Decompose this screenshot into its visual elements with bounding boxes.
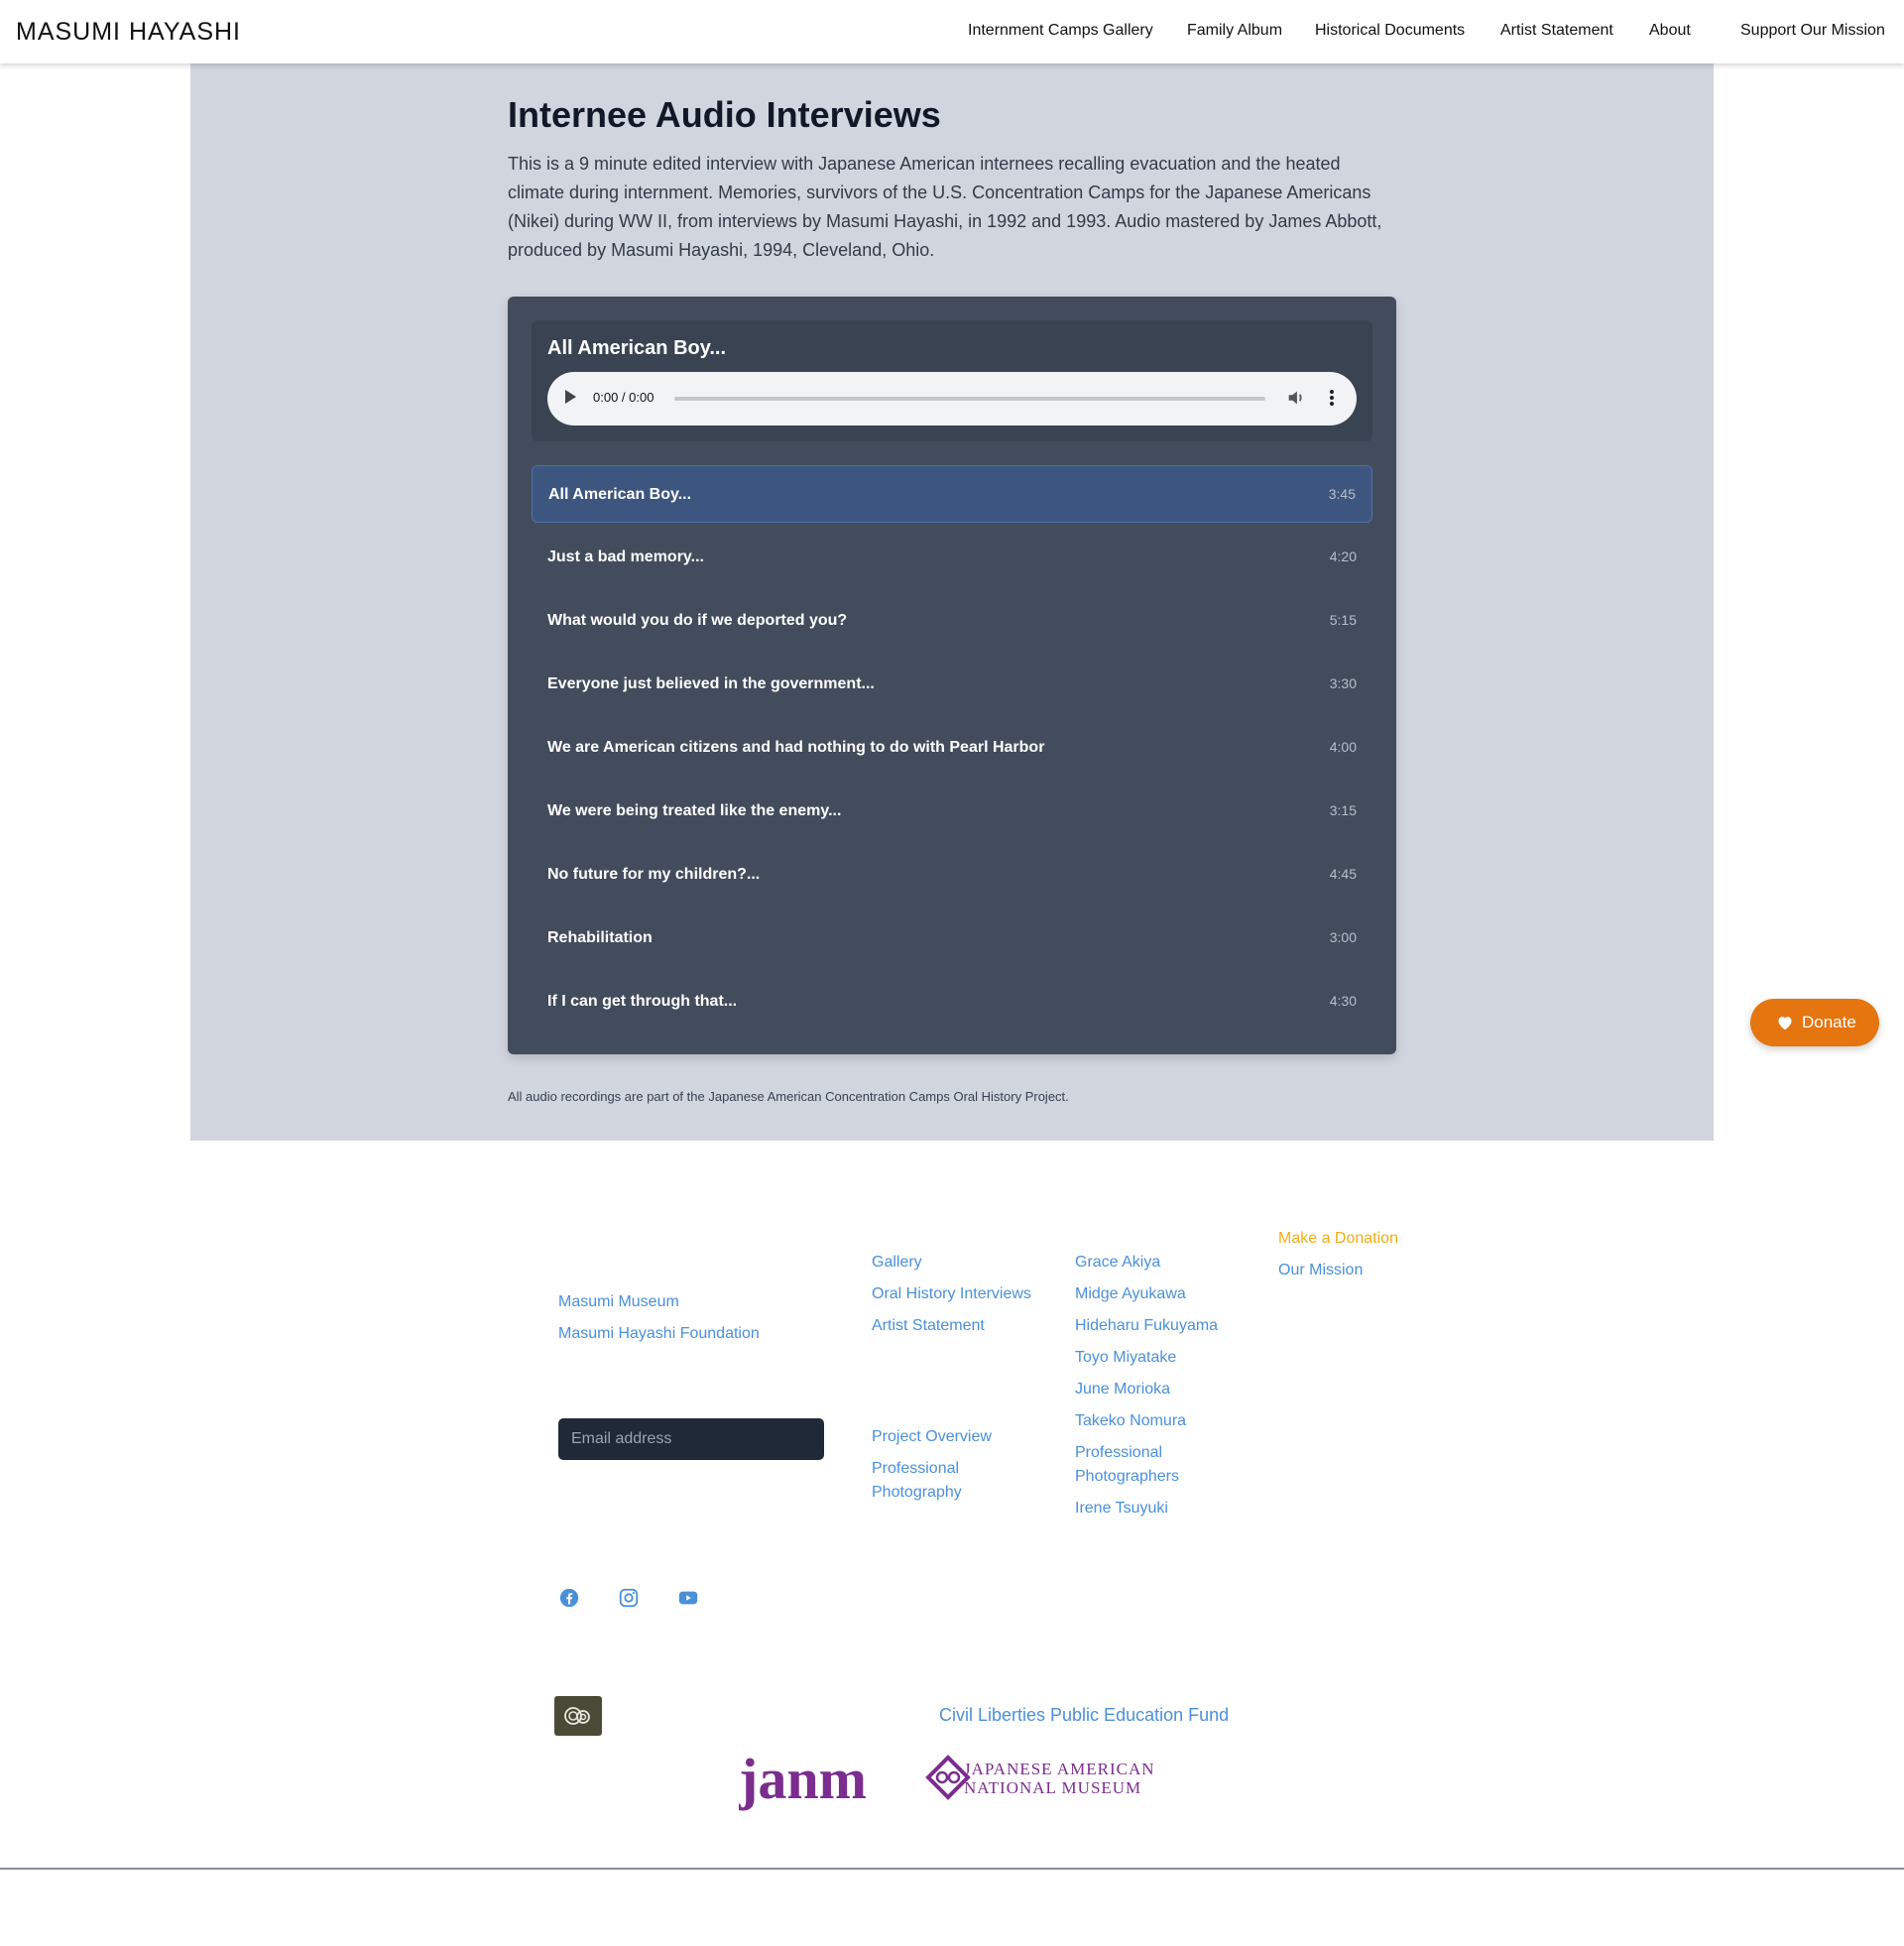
nav-historical-documents[interactable]: Historical Documents — [1315, 22, 1465, 40]
janm-wordmark: janm — [739, 1754, 867, 1811]
footer-link-gallery[interactable]: Gallery — [872, 1254, 922, 1272]
footer-link-our-mission[interactable]: Our Mission — [1278, 1262, 1363, 1279]
track-duration: 4:45 — [1329, 866, 1357, 882]
nav-artist-statement[interactable]: Artist Statement — [1500, 22, 1613, 40]
facebook-icon[interactable] — [558, 1587, 580, 1609]
footer-link-professional-photographers[interactable]: Professional Photographers — [1075, 1441, 1194, 1489]
footer-link-artist-statement[interactable]: Artist Statement — [872, 1317, 985, 1335]
top-navigation-bar: MASUMI HAYASHI Internment Camps Gallery … — [0, 0, 1904, 63]
now-playing-panel: All American Boy... 0:00 / 0:00 — [532, 320, 1372, 441]
janm-line-1: JAPANESE AMERICAN — [964, 1760, 1155, 1778]
track-title: Rehabilitation — [547, 929, 653, 946]
partner-logo[interactable] — [554, 1696, 602, 1736]
track-item[interactable]: We were being treated like the enemy... … — [532, 783, 1372, 840]
track-duration: 3:45 — [1328, 486, 1356, 502]
track-duration: 5:15 — [1329, 612, 1357, 628]
seek-bar[interactable] — [674, 397, 1265, 401]
footer-link-hideharu-fukuyama[interactable]: Hideharu Fukuyama — [1075, 1317, 1218, 1335]
track-duration: 3:15 — [1329, 802, 1357, 818]
track-duration: 4:20 — [1329, 548, 1357, 564]
footer-link-toyo-miyatake[interactable]: Toyo Miyatake — [1075, 1349, 1176, 1367]
footer-link-midge-ayukawa[interactable]: Midge Ayukawa — [1075, 1285, 1186, 1303]
track-item[interactable]: Just a bad memory... 4:20 — [532, 529, 1372, 586]
track-duration: 3:00 — [1329, 929, 1357, 945]
footer-link-professional-photography[interactable]: Professional Photography — [872, 1457, 981, 1505]
donate-label: Donate — [1802, 1013, 1856, 1032]
track-title: What would you do if we deported you? — [547, 612, 848, 629]
instagram-icon[interactable] — [618, 1587, 640, 1609]
track-duration: 3:30 — [1329, 675, 1357, 691]
email-field[interactable] — [558, 1418, 824, 1460]
track-title: Everyone just believed in the government… — [547, 675, 875, 692]
track-duration: 4:00 — [1329, 739, 1357, 755]
audio-controls: 0:00 / 0:00 — [547, 372, 1357, 426]
nav-internment-camps-gallery[interactable]: Internment Camps Gallery — [968, 22, 1153, 40]
footer-link-civil-liberties-fund[interactable]: Civil Liberties Public Education Fund — [939, 1705, 1229, 1726]
track-title: We are American citizens and had nothing… — [547, 739, 1045, 756]
footer-link-irene-tsuyuki[interactable]: Irene Tsuyuki — [1075, 1500, 1168, 1518]
heart-icon — [1778, 1017, 1792, 1031]
track-duration: 4:30 — [1329, 993, 1357, 1009]
track-item[interactable]: We are American citizens and had nothing… — [532, 719, 1372, 777]
nav-family-album[interactable]: Family Album — [1187, 22, 1282, 40]
more-options-icon[interactable] — [1325, 387, 1339, 409]
footer-link-masumi-hayashi-foundation[interactable]: Masumi Hayashi Foundation — [558, 1325, 760, 1343]
track-list: All American Boy... 3:45 Just a bad memo… — [532, 465, 1372, 1036]
audio-player-card: All American Boy... 0:00 / 0:00 All Amer… — [508, 297, 1396, 1054]
track-title: If I can get through that... — [547, 993, 738, 1010]
janm-logo[interactable]: janm JAPANESE AMERICAN NATIONAL MUSEUM — [738, 1747, 1155, 1818]
site-title[interactable]: MASUMI HAYASHI — [16, 18, 241, 47]
track-item[interactable]: No future for my children?... 4:45 — [532, 846, 1372, 904]
now-playing-title: All American Boy... — [547, 337, 727, 359]
track-item-active[interactable]: All American Boy... 3:45 — [532, 465, 1372, 523]
footer-link-make-a-donation[interactable]: Make a Donation — [1278, 1230, 1398, 1248]
nav-about[interactable]: About — [1649, 22, 1691, 40]
track-title: All American Boy... — [548, 486, 692, 503]
footer-link-project-overview[interactable]: Project Overview — [872, 1428, 992, 1446]
track-item[interactable]: Everyone just believed in the government… — [532, 656, 1372, 713]
audio-footnote: All audio recordings are part of the Jap… — [508, 1089, 1069, 1104]
time-display: 0:00 / 0:00 — [593, 390, 654, 405]
footer-link-june-morioka[interactable]: June Morioka — [1075, 1381, 1170, 1399]
youtube-icon[interactable] — [677, 1587, 699, 1609]
nav-support-our-mission[interactable]: Support Our Mission — [1740, 22, 1885, 40]
track-item[interactable]: Rehabilitation 3:00 — [532, 910, 1372, 967]
footer-link-masumi-museum[interactable]: Masumi Museum — [558, 1293, 679, 1311]
footer-divider — [0, 1868, 1904, 1870]
track-title: Just a bad memory... — [547, 548, 704, 565]
footer-link-oral-history-interviews[interactable]: Oral History Interviews — [872, 1285, 1031, 1303]
track-title: We were being treated like the enemy... — [547, 802, 842, 819]
page-title: Internee Audio Interviews — [508, 94, 941, 135]
donate-button[interactable]: Donate — [1750, 999, 1879, 1046]
track-title: No future for my children?... — [547, 866, 761, 883]
intro-paragraph: This is a 9 minute edited interview with… — [508, 154, 1382, 260]
footer-link-grace-akiya[interactable]: Grace Akiya — [1075, 1254, 1160, 1272]
janm-line-2: NATIONAL MUSEUM — [964, 1778, 1141, 1797]
play-icon[interactable] — [565, 390, 576, 404]
footer-link-takeko-nomura[interactable]: Takeko Nomura — [1075, 1412, 1186, 1430]
volume-icon[interactable] — [1285, 387, 1307, 409]
partner-emblem-icon — [564, 1707, 590, 1725]
track-item[interactable]: If I can get through that... 4:30 — [532, 973, 1372, 1031]
janm-diamond-icon — [925, 1755, 971, 1800]
track-item[interactable]: What would you do if we deported you? 5:… — [532, 592, 1372, 650]
